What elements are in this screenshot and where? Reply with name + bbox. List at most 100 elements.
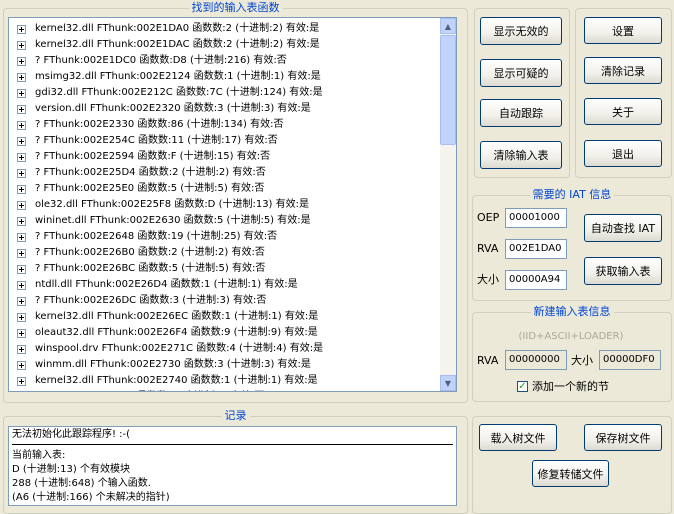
new-rva-field: 00000000 <box>505 350 567 370</box>
import-module-row[interactable]: oleaut32.dll FThunk:002E26F4 函数数:9 (十进制:… <box>9 325 456 341</box>
expand-plus-icon[interactable] <box>17 312 26 322</box>
rva-field[interactable]: 002E1DA0 <box>505 239 567 259</box>
scroll-thumb[interactable] <box>440 35 456 145</box>
import-module-row[interactable]: gdi32.dll FThunk:002E212C 函数数:7C (十进制:12… <box>9 85 456 101</box>
expand-plus-icon[interactable] <box>17 248 26 258</box>
expand-plus-icon[interactable] <box>17 280 26 290</box>
expand-plus-icon[interactable] <box>17 184 26 194</box>
import-module-label: ? FThunk:002E2648 函数数:19 (十进制:25) 有效:否 <box>35 231 278 242</box>
import-module-label: msimg32.dll FThunk:002E2124 函数数:1 (十进制:1… <box>35 71 321 82</box>
expand-plus-icon[interactable] <box>17 24 26 34</box>
add-section-label: 添加一个新的节 <box>532 380 609 393</box>
import-module-row[interactable]: wininet.dll FThunk:002E2630 函数数:5 (十进制:5… <box>9 213 456 229</box>
log-line: 无法初始化此跟踪程序! :-( <box>12 429 131 440</box>
import-module-row[interactable]: kernel32.dll FThunk:002E1DAC 函数数:2 (十进制:… <box>9 37 456 53</box>
import-module-label: kernel32.dll FThunk:002E2740 函数数:1 (十进制:… <box>35 375 318 386</box>
import-module-row[interactable]: version.dll FThunk:002E2320 函数数:3 (十进制:3… <box>9 101 456 117</box>
import-module-row[interactable]: ? FThunk:002E2330 函数数:86 (十进制:134) 有效:否 <box>9 117 456 133</box>
exit-button[interactable]: 退出 <box>584 140 662 167</box>
size-label: 大小 <box>477 273 499 286</box>
show-invalid-button[interactable]: 显示无效的 <box>480 17 562 45</box>
import-module-label: ? FThunk:002E1DC0 函数数:D8 (十进制:216) 有效:否 <box>35 55 287 66</box>
log-line: 288 (十进制:648) 个输入函数. <box>12 478 151 489</box>
oep-field[interactable]: 00001000 <box>505 208 567 228</box>
size-field[interactable]: 00000A94 <box>505 270 567 290</box>
expand-plus-icon[interactable] <box>17 344 26 354</box>
import-module-label: ? FThunk:002E2748 函数数:2 (十进制:2) 有效:否 <box>35 389 264 391</box>
expand-plus-icon[interactable] <box>17 376 26 386</box>
import-module-label: ole32.dll FThunk:002E25F8 函数数:D (十进制:13)… <box>35 199 310 210</box>
import-module-row[interactable]: ? FThunk:002E25D4 函数数:2 (十进制:2) 有效:否 <box>9 165 456 181</box>
import-module-row[interactable]: winmm.dll FThunk:002E2730 函数数:3 (十进制:3) … <box>9 357 456 373</box>
import-module-row[interactable]: ole32.dll FThunk:002E25F8 函数数:D (十进制:13)… <box>9 197 456 213</box>
expand-plus-icon[interactable] <box>17 232 26 242</box>
clear-imports-button[interactable]: 清除输入表 <box>480 141 562 169</box>
expand-plus-icon[interactable] <box>17 104 26 114</box>
expand-plus-icon[interactable] <box>17 200 26 210</box>
expand-plus-icon[interactable] <box>17 88 26 98</box>
import-module-label: wininet.dll FThunk:002E2630 函数数:5 (十进制:5… <box>35 215 311 226</box>
import-module-row[interactable]: ? FThunk:002E26BC 函数数:5 (十进制:5) 有效:否 <box>9 261 456 277</box>
expand-plus-icon[interactable] <box>17 360 26 370</box>
log-line: (A6 (十进制:166) 个未解决的指针) <box>12 492 170 503</box>
clear-log-button[interactable]: 清除记录 <box>584 57 662 84</box>
scroll-up-button[interactable]: ▲ <box>440 18 456 34</box>
import-module-label: kernel32.dll FThunk:002E1DA0 函数数:2 (十进制:… <box>35 23 320 34</box>
import-tree[interactable]: kernel32.dll FThunk:002E1DA0 函数数:2 (十进制:… <box>8 17 457 392</box>
log-area[interactable]: 无法初始化此跟踪程序! :-( 当前输入表: D (十进制:13) 个有效模块 … <box>8 426 457 506</box>
expand-plus-icon[interactable] <box>17 56 26 66</box>
load-tree-button[interactable]: 载入树文件 <box>479 424 557 451</box>
iat-info-group: 需要的 IAT 信息 <box>472 188 672 301</box>
import-module-row[interactable]: winspool.drv FThunk:002E271C 函数数:4 (十进制:… <box>9 341 456 357</box>
import-module-label: kernel32.dll FThunk:002E26EC 函数数:1 (十进制:… <box>35 311 319 322</box>
expand-plus-icon[interactable] <box>17 328 26 338</box>
expand-plus-icon[interactable] <box>17 216 26 226</box>
import-module-row[interactable]: ? FThunk:002E2648 函数数:19 (十进制:25) 有效:否 <box>9 229 456 245</box>
show-suspect-button[interactable]: 显示可疑的 <box>480 59 562 87</box>
import-module-label: ntdll.dll FThunk:002E26D4 函数数:1 (十进制:1) … <box>35 279 298 290</box>
import-module-row[interactable]: ? FThunk:002E1DC0 函数数:D8 (十进制:216) 有效:否 <box>9 53 456 69</box>
import-module-row[interactable]: kernel32.dll FThunk:002E26EC 函数数:1 (十进制:… <box>9 309 456 325</box>
import-module-label: winmm.dll FThunk:002E2730 函数数:3 (十进制:3) … <box>35 359 311 370</box>
import-module-row[interactable]: ? FThunk:002E2594 函数数:F (十进制:15) 有效:否 <box>9 149 456 165</box>
add-section-checkbox[interactable]: ✓ <box>517 381 528 392</box>
import-module-row[interactable]: ? FThunk:002E254C 函数数:11 (十进制:17) 有效:否 <box>9 133 456 149</box>
expand-plus-icon[interactable] <box>17 72 26 82</box>
import-module-row[interactable]: ? FThunk:002E25E0 函数数:5 (十进制:5) 有效:否 <box>9 181 456 197</box>
fix-dump-button[interactable]: 修复转储文件 <box>532 460 609 487</box>
get-imports-button[interactable]: 获取输入表 <box>584 257 662 285</box>
import-module-row[interactable]: ? FThunk:002E26DC 函数数:3 (十进制:3) 有效:否 <box>9 293 456 309</box>
iat-autosearch-button[interactable]: 自动查找 IAT <box>584 214 662 242</box>
auto-trace-button[interactable]: 自动跟踪 <box>480 99 562 127</box>
new-import-subtitle: (IID+ASCII+LOADER) <box>518 331 624 342</box>
rva-label: RVA <box>477 242 499 255</box>
import-module-row[interactable]: kernel32.dll FThunk:002E2740 函数数:1 (十进制:… <box>9 373 456 389</box>
expand-plus-icon[interactable] <box>17 120 26 130</box>
expand-plus-icon[interactable] <box>17 40 26 50</box>
import-module-row[interactable]: msimg32.dll FThunk:002E2124 函数数:1 (十进制:1… <box>9 69 456 85</box>
new-import-title: 新建输入表信息 <box>530 305 614 318</box>
import-module-label: ? FThunk:002E25E0 函数数:5 (十进制:5) 有效:否 <box>35 183 265 194</box>
import-tree-rows: kernel32.dll FThunk:002E1DA0 函数数:2 (十进制:… <box>9 18 456 391</box>
import-module-label: kernel32.dll FThunk:002E1DAC 函数数:2 (十进制:… <box>35 39 320 50</box>
expand-plus-icon[interactable] <box>17 264 26 274</box>
log-line: D (十进制:13) 个有效模块 <box>12 464 130 475</box>
save-tree-button[interactable]: 保存树文件 <box>584 424 662 451</box>
import-module-row[interactable]: ntdll.dll FThunk:002E26D4 函数数:1 (十进制:1) … <box>9 277 456 293</box>
expand-plus-icon[interactable] <box>17 296 26 306</box>
import-module-label: ? FThunk:002E26DC 函数数:3 (十进制:3) 有效:否 <box>35 295 267 306</box>
expand-plus-icon[interactable] <box>17 168 26 178</box>
vertical-scrollbar[interactable]: ▲ ▼ <box>440 18 456 391</box>
new-size-field: 00000DF0 <box>599 350 661 370</box>
about-button[interactable]: 关于 <box>584 98 662 125</box>
oep-label: OEP <box>477 211 500 224</box>
import-module-row[interactable]: ? FThunk:002E2748 函数数:2 (十进制:2) 有效:否 <box>9 389 456 391</box>
import-module-row[interactable]: kernel32.dll FThunk:002E1DA0 函数数:2 (十进制:… <box>9 21 456 37</box>
import-module-row[interactable]: ? FThunk:002E26B0 函数数:2 (十进制:2) 有效:否 <box>9 245 456 261</box>
scroll-down-button[interactable]: ▼ <box>440 375 456 391</box>
log-title: 记录 <box>221 409 250 422</box>
settings-button[interactable]: 设置 <box>584 17 662 44</box>
import-module-label: winspool.drv FThunk:002E271C 函数数:4 (十进制:… <box>35 343 324 354</box>
expand-plus-icon[interactable] <box>17 136 26 146</box>
expand-plus-icon[interactable] <box>17 152 26 162</box>
